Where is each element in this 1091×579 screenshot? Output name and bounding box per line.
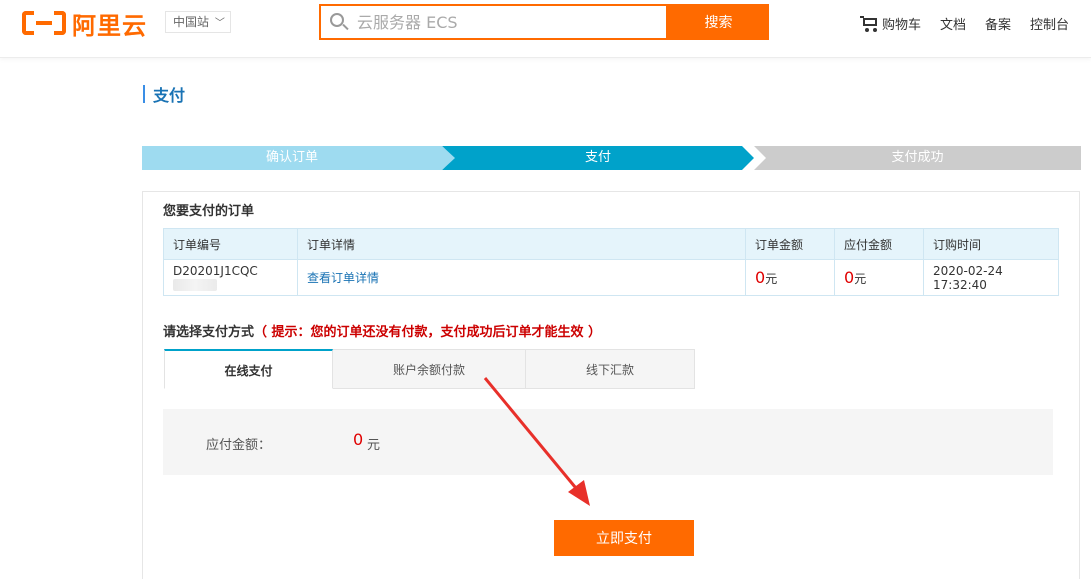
payable-value: 0 (353, 430, 364, 449)
order-table: 订单编号 订单详情 订单金额 应付金额 订购时间 D20201J1CQC 查看订… (163, 228, 1059, 296)
payment-tabs: 在线支付 账户余额付款 线下汇款 (164, 349, 695, 389)
aliyun-logo[interactable]: 阿里云 (22, 9, 147, 40)
order-amount: 0 (755, 268, 766, 287)
payment-method-label: 请选择支付方式 (163, 325, 255, 340)
order-time-cell: 2020-02-24 17:32:40 (923, 259, 1059, 296)
step-pay: 支付 (442, 146, 754, 170)
tab-online-payment[interactable]: 在线支付 (164, 349, 333, 389)
order-amount-cell: 0元 (745, 259, 835, 296)
payable-unit: 元 (367, 438, 381, 453)
payable-amount-unit: 元 (854, 272, 867, 286)
column-header: 应付金额 (834, 228, 924, 260)
order-section-title: 您要支付的订单 (163, 204, 255, 219)
page-title: 支付 (143, 84, 186, 105)
order-number-cell: D20201J1CQC (163, 259, 298, 296)
order-amount-unit: 元 (765, 272, 778, 286)
column-header: 订单金额 (745, 228, 835, 260)
payment-hint: （ 提示：您的订单还没有付款，支付成功后订单才能生效 ） (254, 325, 602, 340)
search-icon (329, 12, 349, 32)
search-box (319, 4, 668, 40)
aliyun-logo-icon (22, 11, 66, 35)
table-row: D20201J1CQC 查看订单详情 0元 0元 2020-02-24 17:3… (163, 259, 1059, 296)
tab-offline-transfer[interactable]: 线下汇款 (526, 349, 695, 389)
column-header: 订单详情 (297, 228, 746, 260)
nav-cart-link[interactable]: 购物车 (882, 14, 921, 33)
order-number: D20201J1CQC (173, 263, 258, 278)
step-pay-success: 支付成功 (754, 146, 1081, 170)
logo-text: 阿里云 (72, 11, 147, 40)
pay-now-button[interactable]: 立即支付 (554, 520, 694, 556)
chevron-down-icon: ﹀ (214, 18, 225, 29)
page-title-text: 支付 (153, 86, 186, 105)
progress-steps: 确认订单 支付 支付成功 (142, 146, 1081, 170)
cart-icon[interactable] (860, 15, 878, 32)
nav-filing-link[interactable]: 备案 (985, 14, 1011, 33)
site-selector[interactable]: 中国站 ﹀ (165, 11, 231, 33)
header-nav: 购物车 文档 备案 控制台 (860, 14, 1069, 33)
column-header: 订购时间 (923, 228, 1059, 260)
order-table-header: 订单编号 订单详情 订单金额 应付金额 订购时间 (163, 228, 1059, 260)
view-order-detail-link[interactable]: 查看订单详情 (307, 271, 379, 285)
column-header: 订单编号 (163, 228, 298, 260)
search-input[interactable] (357, 12, 657, 32)
search-bar: 搜索 (319, 4, 769, 40)
top-header: 阿里云 中国站 ﹀ 搜索 购物车 文档 备案 控制台 (0, 0, 1091, 58)
payable-amount: 0 (844, 268, 855, 287)
step-confirm-order: 确认订单 (142, 146, 442, 170)
payable-amount-cell: 0元 (834, 259, 924, 296)
nav-docs-link[interactable]: 文档 (940, 14, 966, 33)
redacted-order-number (173, 279, 217, 291)
payable-box: 应付金额： 0 元 (163, 409, 1053, 475)
payment-panel: 您要支付的订单 订单编号 订单详情 订单金额 应付金额 订购时间 D20201J… (142, 191, 1080, 579)
site-selector-label: 中国站 (173, 15, 210, 29)
payable-label: 应付金额： (206, 438, 272, 453)
payment-method-title: 请选择支付方式（ 提示：您的订单还没有付款，支付成功后订单才能生效 ） (163, 321, 601, 340)
tab-balance-payment[interactable]: 账户余额付款 (333, 349, 526, 389)
nav-console-link[interactable]: 控制台 (1030, 14, 1069, 33)
order-detail-cell: 查看订单详情 (297, 259, 746, 296)
title-accent-bar (143, 85, 145, 103)
search-button[interactable]: 搜索 (668, 4, 769, 40)
